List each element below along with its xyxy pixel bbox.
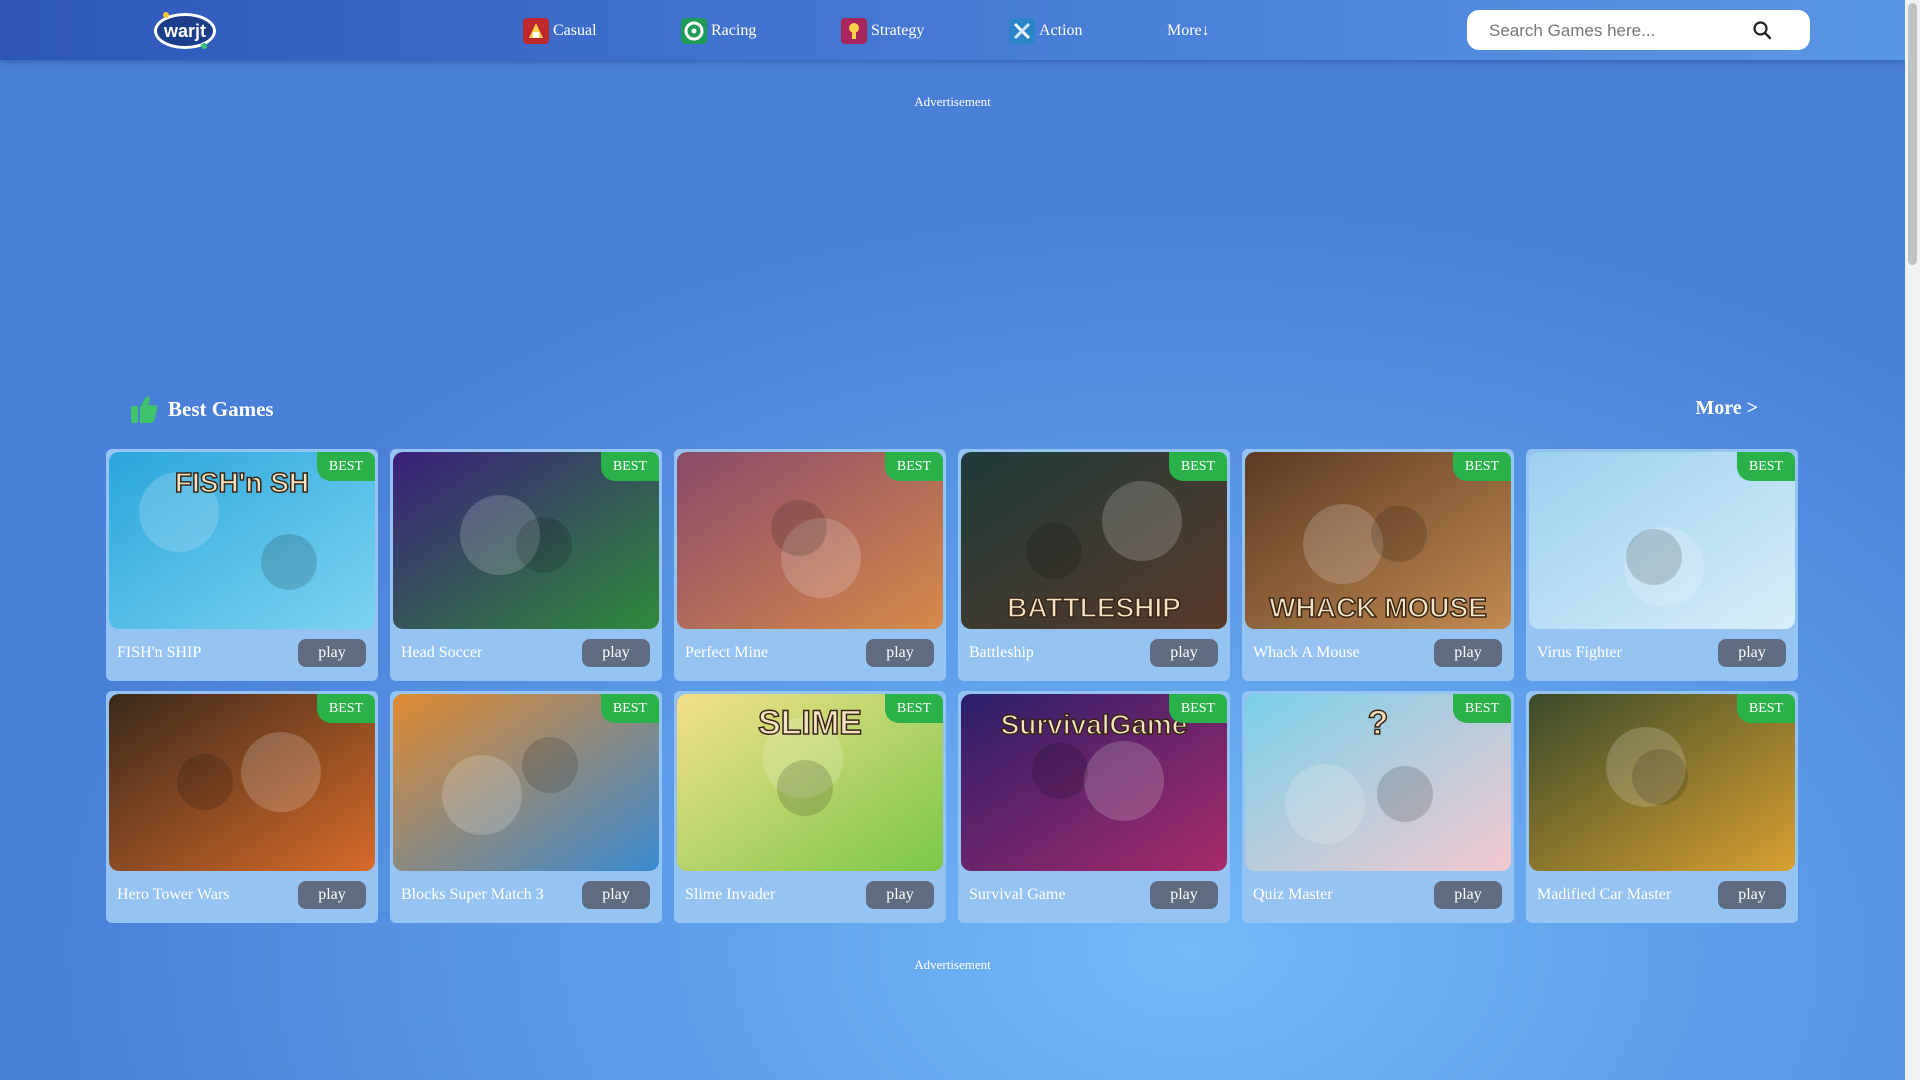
best-badge: BEST <box>885 694 943 723</box>
game-card[interactable]: SLIME BEST Slime Invader play <box>674 691 946 923</box>
game-card[interactable]: BEST Hero Tower Wars play <box>106 691 378 923</box>
game-title[interactable]: Whack A Mouse <box>1253 644 1360 662</box>
nav-racing-label: Racing <box>711 22 757 39</box>
racing-icon <box>681 18 707 44</box>
casual-icon <box>523 18 549 44</box>
scrollbar[interactable] <box>1905 0 1920 1080</box>
game-thumbnail-text: ? <box>1368 704 1389 742</box>
game-card[interactable]: BATTLESHIP BEST Battleship play <box>958 449 1230 681</box>
game-card[interactable]: FISH'n SH BEST FISH'n SHIP play <box>106 449 378 681</box>
best-badge: BEST <box>885 452 943 481</box>
best-badge: BEST <box>1169 452 1227 481</box>
game-title[interactable]: Head Soccer <box>401 644 482 662</box>
game-title[interactable]: Madified Car Master <box>1537 886 1671 904</box>
section-title: Best Games <box>168 397 274 421</box>
game-title[interactable]: Battleship <box>969 644 1034 662</box>
game-title[interactable]: Hero Tower Wars <box>117 886 230 904</box>
nav-more-label: More↓ <box>1167 22 1210 39</box>
thumbs-up-icon <box>130 394 158 424</box>
play-button[interactable]: play <box>1150 881 1218 909</box>
search-icon[interactable] <box>1752 20 1772 40</box>
top-navbar: warjt Casual Racing Strategy Action More… <box>0 0 1905 60</box>
game-thumbnail-text: BATTLESHIP <box>1007 592 1181 623</box>
play-button[interactable]: play <box>1718 881 1786 909</box>
nav-action-label: Action <box>1039 22 1083 39</box>
more-link[interactable]: More > <box>1695 397 1758 420</box>
play-button[interactable]: play <box>1150 639 1218 667</box>
best-badge: BEST <box>1737 694 1795 723</box>
game-thumbnail-text: FISH'n SH <box>175 467 309 498</box>
best-badge: BEST <box>1453 452 1511 481</box>
game-card[interactable]: BEST Perfect Mine play <box>674 449 946 681</box>
best-badge: BEST <box>1169 694 1227 723</box>
nav-strategy-label: Strategy <box>871 22 925 39</box>
game-card[interactable]: BEST Head Soccer play <box>390 449 662 681</box>
best-badge: BEST <box>317 694 375 723</box>
game-card[interactable]: ? BEST Quiz Master play <box>1242 691 1514 923</box>
page: warjt Casual Racing Strategy Action More… <box>0 0 1905 1080</box>
games-grid: FISH'n SH BEST FISH'n SHIP play BEST Head Soc… <box>106 449 1800 923</box>
game-title[interactable]: Perfect Mine <box>685 644 768 662</box>
nav-strategy[interactable]: Strategy <box>841 18 924 44</box>
play-button[interactable]: play <box>1718 639 1786 667</box>
nav-casual-label: Casual <box>553 22 597 39</box>
play-button[interactable]: play <box>866 639 934 667</box>
ad-label-top: Advertisement <box>914 94 991 109</box>
nav-casual[interactable]: Casual <box>523 18 597 44</box>
best-games-header: Best Games More > <box>128 392 1758 428</box>
best-badge: BEST <box>1737 452 1795 481</box>
best-badge: BEST <box>1453 694 1511 723</box>
game-thumbnail-text: WHACK MOUSE <box>1269 592 1487 623</box>
play-button[interactable]: play <box>298 639 366 667</box>
game-card[interactable]: BEST Madified Car Master play <box>1526 691 1798 923</box>
nav-action[interactable]: Action <box>1009 18 1083 44</box>
game-thumbnail-text: SurvivalGame <box>1001 709 1188 740</box>
ad-label-bottom: Advertisement <box>914 957 991 972</box>
game-title[interactable]: Virus Fighter <box>1537 644 1622 662</box>
game-title[interactable]: Blocks Super Match 3 <box>401 886 544 904</box>
nav-racing[interactable]: Racing <box>681 18 756 44</box>
best-badge: BEST <box>601 694 659 723</box>
play-button[interactable]: play <box>866 881 934 909</box>
nav-more[interactable]: More↓ <box>1167 18 1210 44</box>
strategy-icon <box>841 18 867 44</box>
game-card[interactable]: WHACK MOUSE BEST Whack A Mouse play <box>1242 449 1514 681</box>
action-icon <box>1009 18 1035 44</box>
svg-text:warjt: warjt <box>163 21 206 41</box>
game-card[interactable]: BEST Blocks Super Match 3 play <box>390 691 662 923</box>
search-input[interactable] <box>1487 18 1761 44</box>
game-title[interactable]: Quiz Master <box>1253 886 1333 904</box>
search-box <box>1467 10 1810 50</box>
game-thumbnail-text: SLIME <box>758 704 862 742</box>
best-badge: BEST <box>601 452 659 481</box>
play-button[interactable]: play <box>1434 881 1502 909</box>
game-title[interactable]: Slime Invader <box>685 886 775 904</box>
game-title[interactable]: Survival Game <box>969 886 1065 904</box>
play-button[interactable]: play <box>582 639 650 667</box>
play-button[interactable]: play <box>1434 639 1502 667</box>
game-card[interactable]: BEST Virus Fighter play <box>1526 449 1798 681</box>
play-button[interactable]: play <box>582 881 650 909</box>
site-logo[interactable]: warjt <box>152 6 218 52</box>
scrollbar-thumb[interactable] <box>1908 3 1917 265</box>
game-card[interactable]: SurvivalGame BEST Survival Game play <box>958 691 1230 923</box>
game-title[interactable]: FISH'n SHIP <box>117 644 201 662</box>
play-button[interactable]: play <box>298 881 366 909</box>
best-badge: BEST <box>317 452 375 481</box>
